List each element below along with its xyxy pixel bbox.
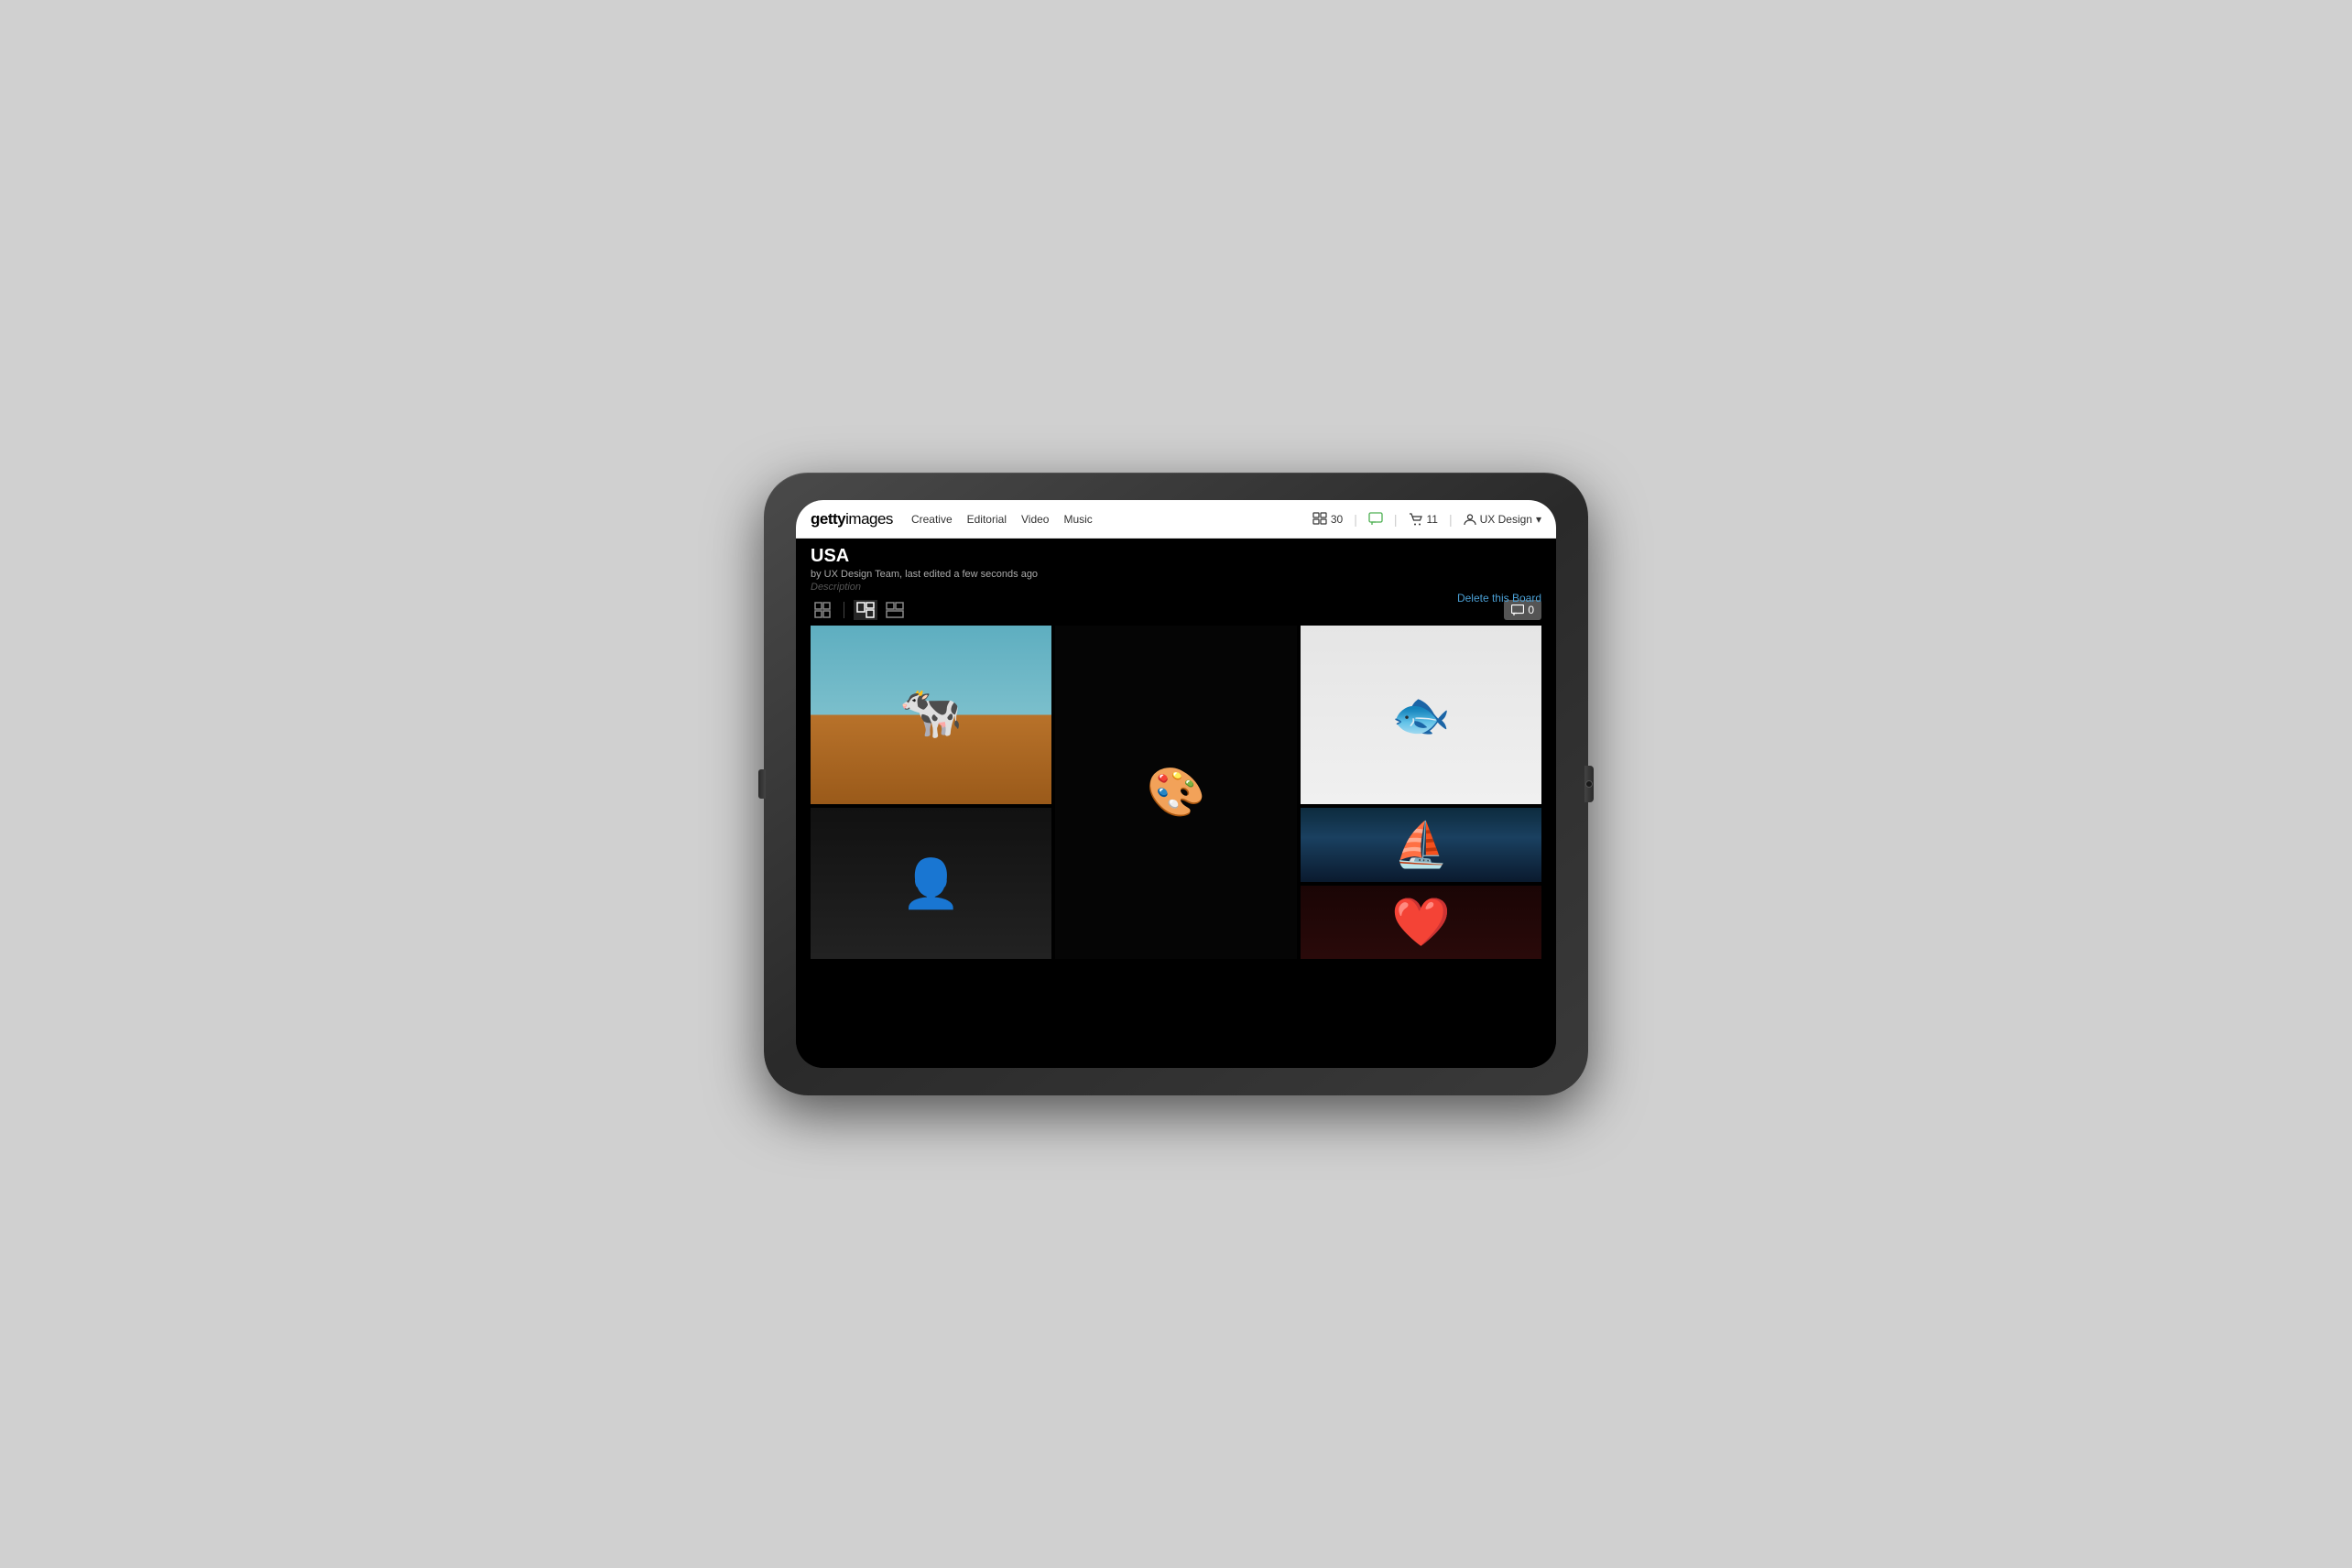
view-list-button[interactable] (883, 600, 907, 620)
separator-1: | (1354, 512, 1357, 527)
tablet-screen: gettyimages Creative Editorial Video Mus… (796, 500, 1556, 1068)
image-cow[interactable] (811, 626, 1051, 804)
volume-button[interactable] (758, 769, 766, 799)
grid-view-icon (814, 602, 831, 618)
separator-2: | (1394, 512, 1398, 527)
nav-music[interactable]: Music (1063, 513, 1092, 526)
view-toggles (811, 600, 907, 620)
cart-action[interactable]: 11 (1409, 512, 1438, 527)
boards-action[interactable]: 30 (1312, 512, 1343, 527)
image-grid (811, 626, 1541, 959)
navbar: gettyimages Creative Editorial Video Mus… (796, 500, 1556, 539)
comment-icon (1511, 604, 1524, 616)
board-controls: 0 (796, 594, 1556, 626)
board-meta: by UX Design Team, last edited a few sec… (811, 569, 1541, 580)
image-bottom-right (1301, 808, 1541, 959)
boards-count: 30 (1331, 513, 1343, 526)
navbar-actions: 30 | | (1312, 512, 1541, 527)
site-logo[interactable]: gettyimages (811, 510, 893, 528)
user-menu[interactable]: UX Design ▾ (1464, 513, 1541, 526)
nav-editorial[interactable]: Editorial (967, 513, 1007, 526)
power-button[interactable] (1584, 766, 1594, 802)
main-nav: Creative Editorial Video Music (911, 513, 1312, 526)
user-icon (1464, 513, 1476, 526)
board-description[interactable]: Description (811, 582, 1541, 593)
image-grid-container (796, 626, 1556, 1068)
list-view-icon (886, 602, 904, 618)
user-name: UX Design (1480, 513, 1532, 526)
image-paint-face[interactable] (1055, 626, 1296, 959)
cart-count: 11 (1427, 513, 1438, 526)
chat-action[interactable] (1368, 512, 1383, 527)
comment-count: 0 (1528, 604, 1534, 616)
nav-creative[interactable]: Creative (911, 513, 953, 526)
boards-icon (1312, 512, 1327, 527)
image-couple[interactable] (1301, 886, 1541, 960)
masonry-view-icon (856, 602, 875, 618)
delete-board-button[interactable]: Delete this Board (1457, 592, 1541, 604)
image-fish-bowl[interactable] (1301, 626, 1541, 804)
cart-icon (1409, 512, 1423, 527)
view-masonry-button[interactable] (854, 600, 877, 620)
view-grid-button[interactable] (811, 600, 834, 620)
image-harbor[interactable] (1301, 808, 1541, 882)
tablet-device: gettyimages Creative Editorial Video Mus… (764, 473, 1588, 1095)
board-header: USA by UX Design Team, last edited a few… (796, 539, 1556, 626)
image-hijab[interactable] (811, 808, 1051, 959)
user-dropdown-arrow: ▾ (1536, 513, 1541, 526)
separator-3: | (1449, 512, 1453, 527)
app-container: gettyimages Creative Editorial Video Mus… (796, 500, 1556, 1068)
nav-video[interactable]: Video (1021, 513, 1049, 526)
board-title: USA (811, 546, 1541, 567)
chat-icon (1368, 512, 1383, 527)
